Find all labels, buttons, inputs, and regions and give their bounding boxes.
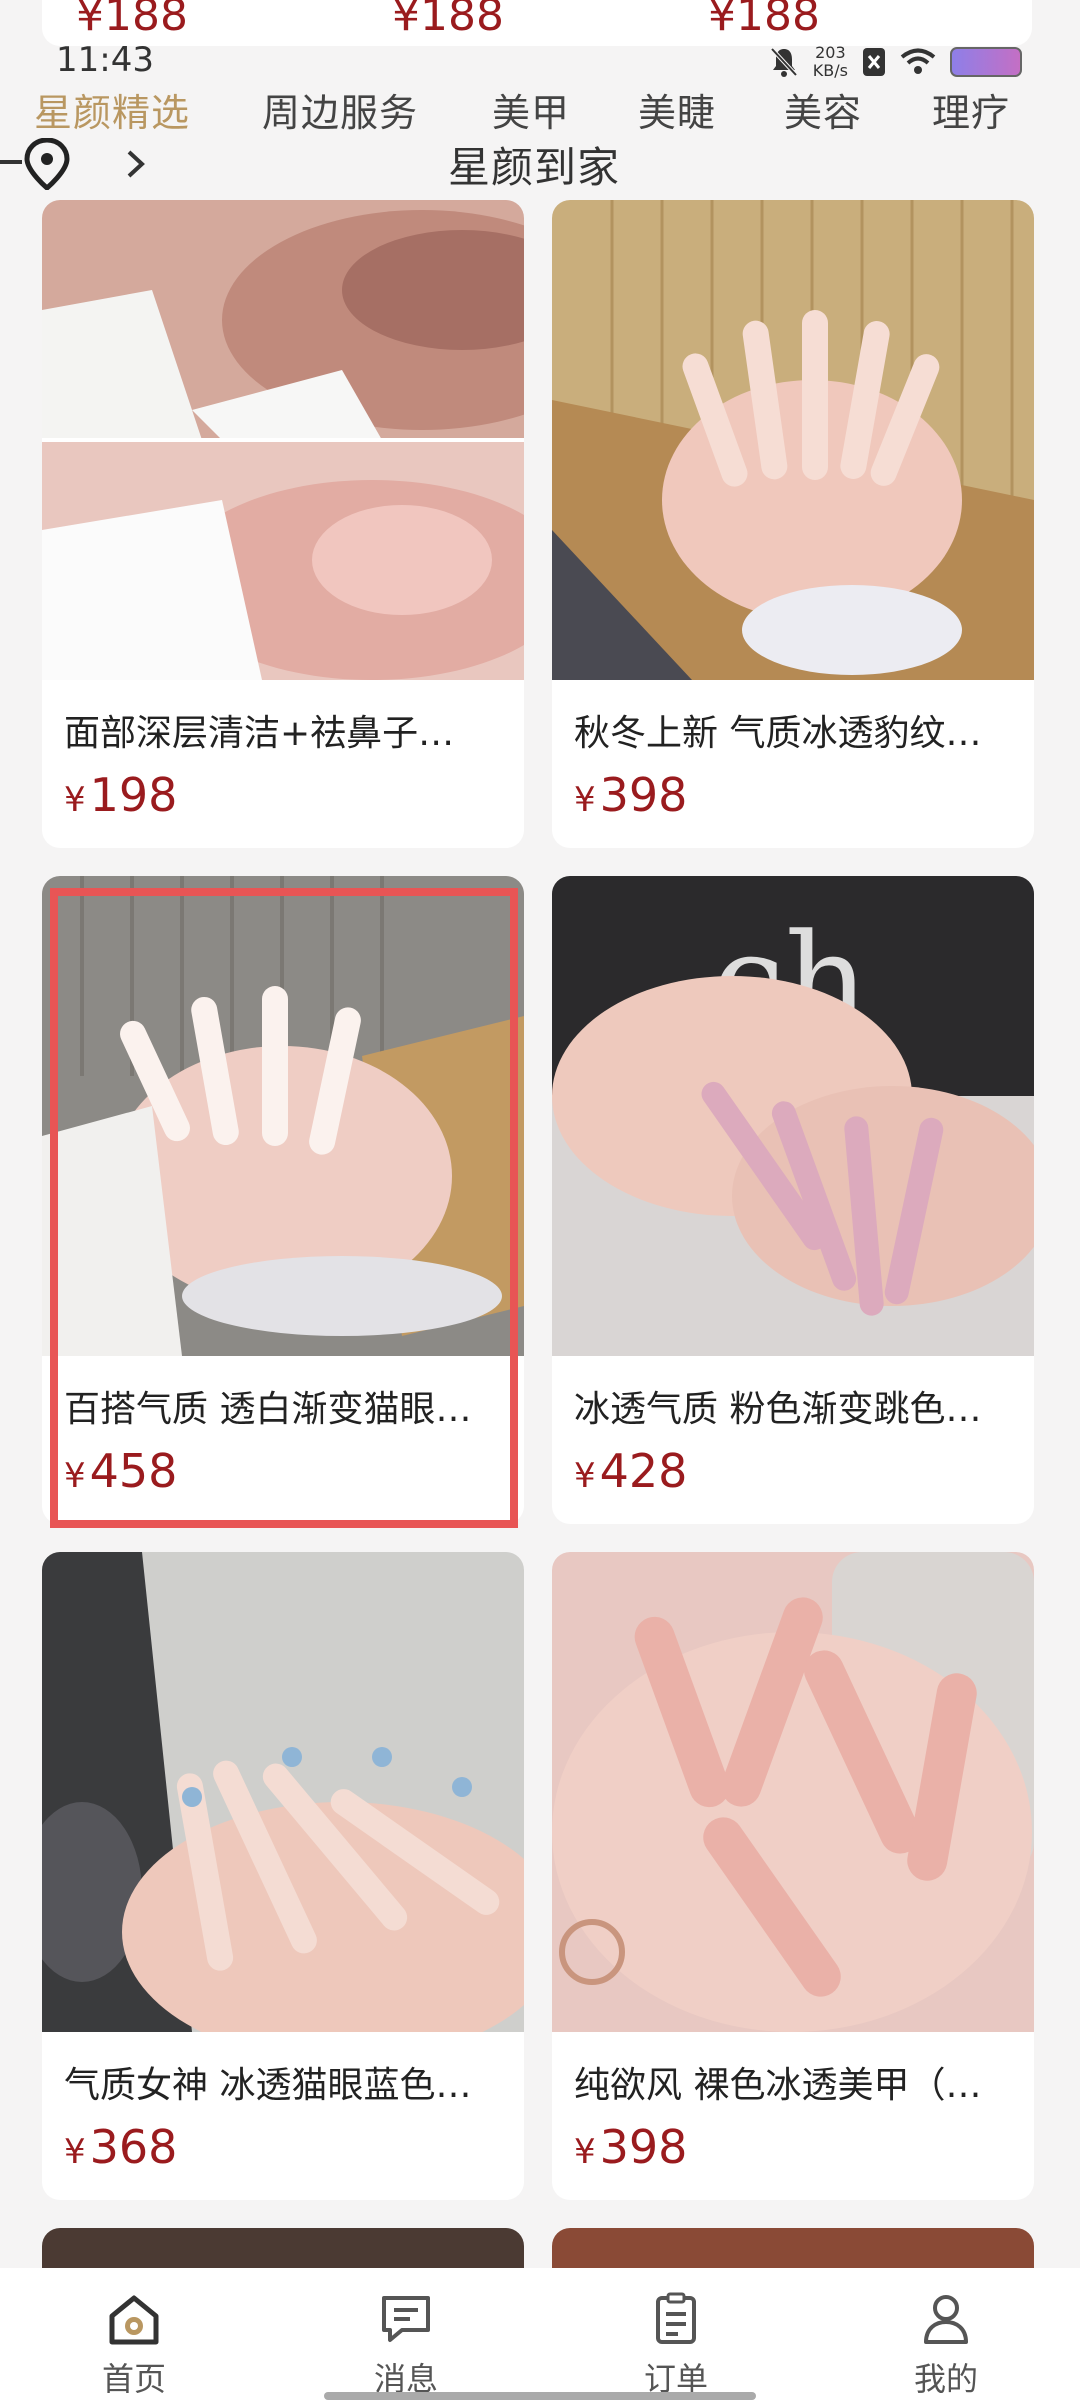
product-image-pink-gradient-nails: ch (552, 876, 1034, 1356)
nav-orders[interactable]: 订单 (616, 2292, 736, 2400)
product-price: ¥398 (574, 768, 688, 822)
network-speed: 203 KB/s (813, 44, 848, 80)
product-card[interactable]: 纯欲风 裸色冰透美甲（… ¥398 (552, 1552, 1034, 2200)
nav-profile-label: 我的 (913, 2360, 978, 2398)
bottom-navigation: 首页 消息 订单 我的 (0, 2268, 1080, 2408)
app-screen: ¥188 ¥188 ¥188 11:43 203 KB/s 星颜精选 周边服务 … (0, 0, 1080, 2408)
home-icon (109, 2295, 159, 2345)
product-title: 百搭气质 透白渐变猫眼… (64, 1389, 472, 1430)
no-sim-icon (863, 48, 885, 76)
product-card[interactable]: 面部深层清洁+祛鼻子… ¥198 (42, 200, 524, 848)
product-image-leopard-nails (552, 200, 1034, 680)
tab-therapy[interactable]: 理疗 (932, 82, 1010, 137)
wifi-icon (900, 48, 936, 74)
location-divider (0, 160, 22, 164)
top-price-2: ¥188 (392, 0, 504, 41)
speed-unit: KB/s (812, 61, 848, 80)
product-card[interactable]: ch 冰透气质 粉色渐变跳色… ¥428 (552, 876, 1034, 1524)
tab-featured[interactable]: 星颜精选 (34, 82, 190, 137)
location-pin-icon[interactable] (22, 138, 72, 190)
nav-home[interactable]: 首页 (74, 2292, 194, 2400)
page-title: 星颜到家 (448, 143, 621, 192)
product-card[interactable]: 气质女神 冰透猫眼蓝色… ¥368 (42, 1552, 524, 2200)
product-title: 面部深层清洁+祛鼻子… (64, 713, 455, 754)
chevron-right-icon[interactable] (116, 144, 156, 184)
product-price: ¥368 (64, 2120, 178, 2174)
product-card[interactable]: 百搭气质 透白渐变猫眼… ¥458 (42, 876, 524, 1524)
mute-bell-icon (770, 47, 798, 77)
tab-lashes[interactable]: 美睫 (638, 82, 716, 137)
product-image-facial (42, 200, 524, 680)
top-price-1: ¥188 (76, 0, 188, 41)
battery-icon (950, 47, 1022, 77)
order-list-icon (656, 2292, 696, 2344)
product-title: 纯欲风 裸色冰透美甲（… (574, 2065, 982, 2106)
top-price-3: ¥188 (708, 0, 820, 41)
product-title: 气质女神 冰透猫眼蓝色… (64, 2065, 472, 2106)
product-price: ¥428 (574, 1444, 688, 1498)
status-bar: 11:43 203 KB/s (0, 40, 1080, 84)
product-price: ¥458 (64, 1444, 178, 1498)
product-image-blue-cat-eye-nails (42, 1552, 524, 2062)
speed-value: 203 (815, 43, 846, 62)
nav-home-label: 首页 (101, 2360, 166, 2398)
location-row: 星颜到家 (0, 134, 1080, 194)
tab-beauty[interactable]: 美容 (784, 82, 862, 137)
nav-messages[interactable]: 消息 (346, 2292, 466, 2400)
category-tabs: 星颜精选 周边服务 美甲 美睫 美容 理疗 (0, 82, 1080, 142)
product-price: ¥198 (64, 768, 178, 822)
message-icon (382, 2296, 430, 2342)
user-icon (924, 2295, 968, 2344)
product-image-white-gradient-nails (42, 876, 524, 1356)
product-title: 冰透气质 粉色渐变跳色… (574, 1389, 982, 1430)
status-time: 11:43 (56, 40, 154, 80)
product-title: 秋冬上新 气质冰透豹纹… (574, 713, 982, 754)
product-price: ¥398 (574, 2120, 688, 2174)
product-card[interactable]: 秋冬上新 气质冰透豹纹… ¥398 (552, 200, 1034, 848)
product-image-nude-nails (552, 1552, 1034, 2032)
nav-profile[interactable]: 我的 (886, 2292, 1006, 2400)
gesture-home-bar[interactable] (324, 2392, 756, 2400)
tab-nails[interactable]: 美甲 (492, 82, 570, 137)
tab-nearby-services[interactable]: 周边服务 (262, 82, 418, 137)
